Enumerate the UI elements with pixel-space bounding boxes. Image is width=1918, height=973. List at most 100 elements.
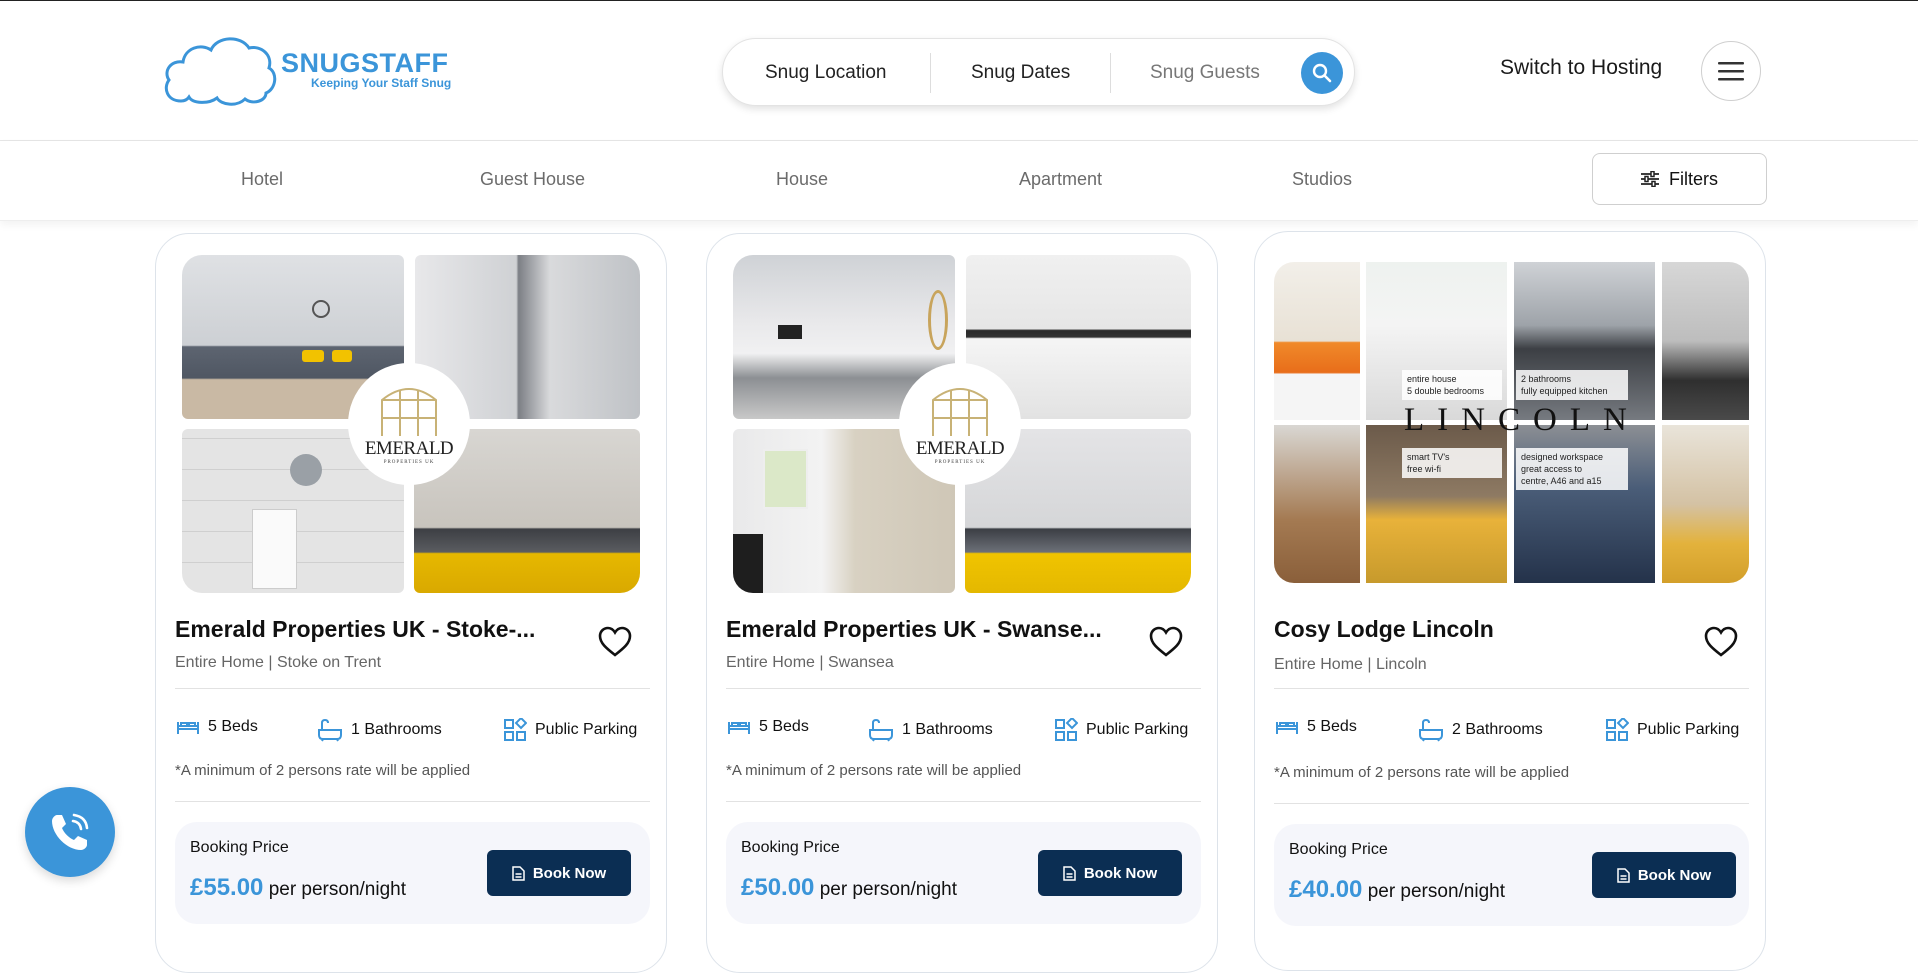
search-dates[interactable]: Snug Dates [971, 39, 1070, 107]
listing-card[interactable]: EMERALD PROPERTIES UK Emerald Properties… [155, 233, 667, 973]
listing-title[interactable]: Emerald Properties UK - Swanse... [726, 616, 1102, 643]
card-divider [175, 801, 650, 802]
listing-subtitle: Entire Home | Stoke on Trent [175, 654, 382, 671]
menu-button[interactable] [1701, 41, 1761, 101]
overlay-text: great access to [1521, 464, 1583, 474]
card-divider [1274, 688, 1749, 689]
emerald-logo-sub: PROPERTIES UK [383, 459, 435, 465]
search-location[interactable]: Snug Location [765, 39, 887, 107]
minimum-rate-note: *A minimum of 2 persons rate will be app… [175, 762, 471, 779]
price-label: Booking Price [741, 839, 840, 856]
beds-text: 5 Beds [1307, 718, 1357, 735]
listing-photo[interactable]: EMERALD PROPERTIES UK [182, 255, 640, 593]
document-icon [1063, 865, 1076, 881]
price-amount: £50.00 [741, 874, 815, 901]
price-line: £55.00 per person/night [190, 874, 406, 902]
search-bar[interactable]: Snug Location Snug Dates Snug Guests [722, 38, 1355, 106]
site-header: SNUGSTAFF Keeping Your Staff Snug Snug L… [0, 1, 1918, 141]
bed-icon [1276, 722, 1298, 734]
search-button[interactable] [1301, 52, 1343, 94]
overlay-text: 5 double bedrooms [1407, 386, 1485, 396]
category-apartment[interactable]: Apartment [1019, 169, 1102, 190]
overlay-text: entire house [1407, 374, 1457, 384]
category-studios[interactable]: Studios [1292, 169, 1352, 190]
category-grid-icon [1055, 718, 1078, 741]
card-divider [1274, 803, 1749, 804]
parking-text: Public Parking [1086, 721, 1189, 738]
price-unit: per person/night [819, 879, 958, 900]
heart-icon[interactable] [598, 626, 632, 658]
call-button[interactable] [25, 787, 115, 877]
heart-icon[interactable] [1704, 626, 1738, 658]
snugstaff-logo[interactable]: SNUGSTAFF Keeping Your Staff Snug [163, 33, 483, 108]
lincoln-overlay-title: LINCOLN [1404, 402, 1640, 438]
price-amount: £40.00 [1289, 876, 1363, 903]
document-icon [512, 865, 525, 881]
book-now-label: Book Now [532, 864, 607, 882]
bathrooms-text: 1 Bathrooms [902, 721, 993, 738]
listing-title[interactable]: Cosy Lodge Lincoln [1274, 616, 1494, 643]
search-guests[interactable]: Snug Guests [1150, 39, 1260, 107]
filters-button[interactable]: Filters [1592, 153, 1767, 205]
overlay-text: smart TV's [1407, 452, 1450, 462]
beds-text: 5 Beds [759, 718, 809, 735]
building-logo-icon [381, 387, 437, 436]
book-now-button[interactable]: Book Now [1592, 852, 1736, 898]
bathtub-icon [1419, 718, 1443, 742]
amenity-parking: Public Parking [503, 718, 637, 742]
listing-photo[interactable]: entire house 5 double bedrooms 2 bathroo… [1274, 262, 1749, 583]
photo-bedroom-3 [1662, 425, 1749, 583]
amenity-bathrooms: 1 Bathrooms [317, 718, 442, 742]
listing-card[interactable]: entire house 5 double bedrooms 2 bathroo… [1254, 231, 1766, 971]
category-house[interactable]: House [776, 169, 828, 190]
photo-coffee-machine [1662, 262, 1749, 420]
listing-title[interactable]: Emerald Properties UK - Stoke-... [175, 616, 535, 643]
price-unit: per person/night [268, 879, 407, 900]
search-icon [1312, 63, 1332, 83]
emerald-logo-sub: PROPERTIES UK [934, 459, 986, 465]
document-icon [1617, 867, 1630, 883]
bathtub-icon [318, 718, 342, 742]
listing-photo[interactable]: EMERALD PROPERTIES UK [733, 255, 1191, 593]
phone-icon [52, 813, 89, 850]
card-divider [726, 688, 1201, 689]
price-box: Booking Price £55.00 per person/night Bo… [175, 822, 650, 924]
overlay-panel-bl: smart TV's free wi-fi [1402, 448, 1502, 478]
book-now-button[interactable]: Book Now [1038, 850, 1182, 896]
bathrooms-text: 1 Bathrooms [351, 721, 442, 738]
photo-lamp [1274, 425, 1360, 583]
book-now-button[interactable]: Book Now [487, 850, 631, 896]
amenity-parking: Public Parking [1054, 718, 1188, 742]
category-guest-house[interactable]: Guest House [480, 169, 585, 190]
overlay-panel-br: designed workspace great access to centr… [1516, 448, 1628, 490]
bathrooms-text: 2 Bathrooms [1452, 721, 1543, 738]
overlay-panel-tr: 2 bathrooms fully equipped kitchen [1516, 370, 1628, 400]
filters-label: Filters [1669, 168, 1718, 189]
bed-icon [728, 722, 750, 734]
emerald-logo: EMERALD PROPERTIES UK [901, 365, 1019, 483]
category-grid-icon [504, 718, 527, 741]
amenity-bathrooms: 1 Bathrooms [868, 718, 993, 742]
minimum-rate-note: *A minimum of 2 persons rate will be app… [726, 762, 1022, 779]
parking-text: Public Parking [1637, 721, 1740, 738]
search-divider [1110, 53, 1111, 93]
search-divider [930, 53, 931, 93]
book-now-label: Book Now [1083, 864, 1158, 882]
beds-text: 5 Beds [208, 718, 258, 735]
price-amount: £55.00 [190, 874, 264, 901]
category-hotel[interactable]: Hotel [241, 169, 283, 190]
card-divider [726, 801, 1201, 802]
category-grid-icon [1606, 718, 1629, 741]
switch-to-hosting-link[interactable]: Switch to Hosting [1500, 56, 1662, 80]
listing-card[interactable]: EMERALD PROPERTIES UK Emerald Properties… [706, 233, 1218, 973]
price-line: £50.00 per person/night [741, 874, 957, 902]
parking-text: Public Parking [535, 721, 638, 738]
brand-tagline: Keeping Your Staff Snug [311, 76, 452, 90]
price-box: Booking Price £40.00 per person/night Bo… [1274, 824, 1749, 926]
listing-subtitle: Entire Home | Swansea [726, 654, 894, 671]
price-line: £40.00 per person/night [1289, 876, 1505, 904]
card-divider [175, 688, 650, 689]
amenity-beds: 5 Beds [1275, 718, 1357, 736]
overlay-text: fully equipped kitchen [1521, 386, 1608, 396]
heart-icon[interactable] [1149, 626, 1183, 658]
